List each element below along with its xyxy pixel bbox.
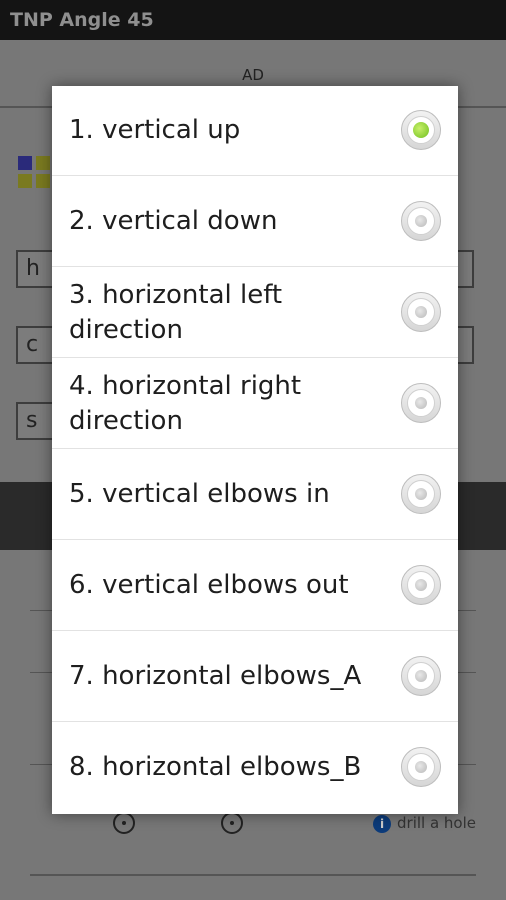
option-row[interactable]: 3. horizontal left direction (52, 268, 458, 358)
diagram-line (30, 874, 476, 876)
radio-button[interactable] (401, 383, 441, 423)
option-row[interactable]: 1. vertical up (52, 86, 458, 176)
drill-hole-hint: i drill a hole (373, 814, 476, 833)
option-row[interactable]: 4. horizontal right direction (52, 359, 458, 449)
ad-label: AD (242, 66, 264, 84)
radio-button[interactable] (401, 565, 441, 605)
palette-icon (18, 156, 52, 190)
radio-button-selected[interactable] (401, 110, 441, 150)
c-field[interactable]: c (16, 326, 56, 364)
option-row[interactable]: 7. horizontal elbows_A (52, 632, 458, 722)
hole-marker-icon (113, 812, 135, 834)
option-row[interactable]: 8. horizontal elbows_B (52, 723, 458, 813)
option-row[interactable]: 2. vertical down (52, 177, 458, 267)
app-title: TNP Angle 45 (10, 9, 154, 31)
option-row[interactable]: 6. vertical elbows out (52, 541, 458, 631)
radio-button[interactable] (401, 747, 441, 787)
option-label: 2. vertical down (69, 206, 278, 236)
radio-button[interactable] (401, 201, 441, 241)
option-label: 6. vertical elbows out (69, 570, 349, 600)
radio-button[interactable] (401, 292, 441, 332)
option-label: 5. vertical elbows in (69, 479, 330, 509)
height-field[interactable]: h (16, 250, 56, 288)
info-icon: i (373, 815, 391, 833)
option-row[interactable]: 5. vertical elbows in (52, 450, 458, 540)
option-label: 4. horizontal right direction (69, 371, 302, 436)
option-label: 3. horizontal left direction (69, 280, 283, 345)
hole-marker-icon (221, 812, 243, 834)
option-label: 1. vertical up (69, 115, 241, 145)
radio-button[interactable] (401, 474, 441, 514)
direction-selection-dialog: 1. vertical up 2. vertical down 3. horiz… (52, 86, 458, 814)
option-label: 8. horizontal elbows_B (69, 752, 362, 782)
app-title-bar: TNP Angle 45 (0, 0, 506, 40)
option-label: 7. horizontal elbows_A (69, 661, 362, 691)
radio-button[interactable] (401, 656, 441, 696)
s-field[interactable]: s (16, 402, 56, 440)
